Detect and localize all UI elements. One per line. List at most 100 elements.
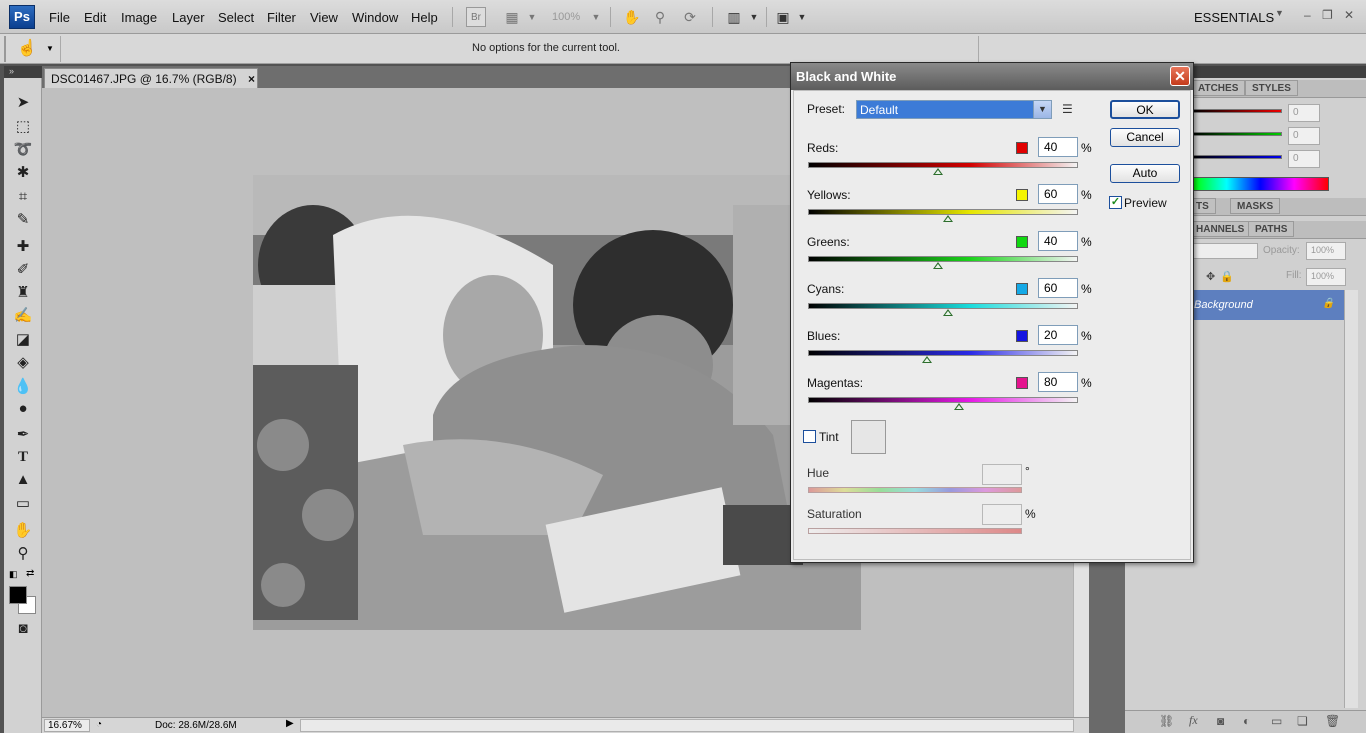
restore-icon[interactable]: ❐ (1322, 8, 1333, 22)
default-colors-icon[interactable]: ◧ (9, 569, 18, 580)
swap-colors-icon[interactable]: ⇄ (26, 568, 34, 579)
chevron-down-icon[interactable]: ▼ (792, 7, 812, 27)
marquee-tool-icon[interactable]: ⬚ (12, 117, 34, 137)
magic-wand-icon[interactable]: ✱ (12, 163, 34, 183)
hue-slider[interactable] (808, 487, 1022, 493)
menu-select[interactable]: Select (218, 10, 254, 25)
menu-window[interactable]: Window (352, 10, 398, 25)
hue-field[interactable] (982, 464, 1022, 485)
chevron-down-icon[interactable]: ▼ (1275, 8, 1284, 18)
chevron-down-icon[interactable]: ▼ (744, 7, 764, 27)
tab-styles[interactable]: STYLES (1245, 80, 1298, 96)
screen-mode-icon[interactable]: ▣ (773, 7, 793, 27)
quick-mask-icon[interactable]: ◙ (12, 619, 34, 639)
preset-select[interactable]: Default (856, 100, 1052, 119)
status-arrow-icon[interactable]: ▶ (286, 718, 294, 729)
tab-paths[interactable]: PATHS (1248, 221, 1295, 237)
zoom-level-menu[interactable]: 100% (552, 11, 580, 23)
blues-slider-track[interactable] (808, 350, 1078, 356)
layers-scrollbar[interactable] (1344, 290, 1358, 708)
new-layer-icon[interactable]: ❏ (1297, 714, 1308, 728)
greens-slider-track[interactable] (808, 256, 1078, 262)
minimize-icon[interactable]: – (1304, 8, 1311, 22)
cyans-value-field[interactable]: 60 (1038, 278, 1078, 298)
chevron-down-icon[interactable]: ▼ (1033, 100, 1052, 119)
crop-tool-icon[interactable]: ⌗ (12, 187, 34, 207)
history-brush-icon[interactable]: ✍ (12, 306, 34, 326)
preview-checkbox[interactable]: ✓ (1109, 196, 1122, 209)
blend-mode-select[interactable] (1192, 243, 1258, 259)
saturation-field[interactable] (982, 504, 1022, 525)
move-tool-icon[interactable]: ➤ (12, 93, 34, 113)
reds-slider-track[interactable] (808, 162, 1078, 168)
arrange-documents-icon[interactable]: ▥ (724, 7, 744, 27)
cancel-button[interactable]: Cancel (1110, 128, 1180, 147)
zoom-field[interactable]: 16.67% (44, 719, 90, 732)
menu-image[interactable]: Image (121, 10, 157, 25)
blue-channel-slider[interactable] (1192, 155, 1282, 159)
bridge-icon[interactable]: Br (466, 7, 486, 27)
menu-filter[interactable]: Filter (267, 10, 296, 25)
rotate-view-icon[interactable]: ⟳ (680, 7, 700, 27)
menu-file[interactable]: File (49, 10, 70, 25)
lock-all-icon[interactable]: 🔒 (1220, 270, 1234, 283)
document-tab[interactable]: DSC01467.JPG @ 16.7% (RGB/8) × (44, 68, 258, 88)
close-icon[interactable]: ✕ (1344, 8, 1354, 22)
auto-button[interactable]: Auto (1110, 164, 1180, 183)
close-icon[interactable]: × (248, 72, 255, 86)
document-image[interactable] (253, 175, 861, 630)
opacity-field[interactable]: 100% (1306, 242, 1346, 260)
tab-swatches[interactable]: ATCHES (1191, 80, 1246, 96)
layer-row-background[interactable]: Background 🔒 (1190, 290, 1344, 320)
eyedropper-tool-icon[interactable]: ✎ (12, 210, 34, 230)
adjustment-layer-icon[interactable]: ◐ (1243, 714, 1250, 728)
eraser-tool-icon[interactable]: ◪ (12, 330, 34, 350)
reds-slider-thumb[interactable] (932, 168, 943, 175)
clone-stamp-icon[interactable]: ♜ (12, 283, 34, 303)
hand-tool-icon[interactable]: ☝ (14, 38, 40, 60)
hand-tool-icon[interactable]: ✋ (12, 521, 34, 541)
layer-effects-icon[interactable]: fx (1189, 713, 1198, 728)
reds-value-field[interactable]: 40 (1038, 137, 1078, 157)
green-channel-slider[interactable] (1192, 132, 1282, 136)
collapse-icon[interactable]: » (9, 66, 14, 76)
cyans-slider-thumb[interactable] (943, 309, 954, 316)
greens-slider-thumb[interactable] (932, 262, 943, 269)
blues-value-field[interactable]: 20 (1038, 325, 1078, 345)
status-menu-icon[interactable]: ◔ (96, 719, 102, 730)
foreground-color-swatch[interactable] (9, 586, 27, 604)
preset-options-icon[interactable]: ☰ (1062, 102, 1078, 116)
blues-slider-thumb[interactable] (921, 356, 932, 363)
yellows-slider-thumb[interactable] (943, 215, 954, 222)
yellows-value-field[interactable]: 60 (1038, 184, 1078, 204)
new-group-icon[interactable]: ▭ (1271, 714, 1282, 728)
fill-field[interactable]: 100% (1306, 268, 1346, 286)
workspace-switcher[interactable]: ESSENTIALS (1194, 10, 1274, 25)
horizontal-scrollbar[interactable] (300, 719, 1074, 732)
magentas-value-field[interactable]: 80 (1038, 372, 1078, 392)
healing-brush-icon[interactable]: ✚ (12, 237, 34, 257)
close-icon[interactable]: ✕ (1170, 66, 1190, 86)
menu-view[interactable]: View (310, 10, 338, 25)
path-selection-icon[interactable]: ▲ (12, 470, 34, 490)
chevron-down-icon[interactable]: ▼ (522, 7, 542, 27)
type-tool-icon[interactable]: T (12, 447, 34, 467)
red-channel-slider[interactable] (1192, 109, 1282, 113)
trash-icon[interactable]: 🗑 (1325, 714, 1340, 728)
chevron-down-icon[interactable]: ▼ (586, 7, 606, 27)
red-value[interactable]: 0 (1288, 104, 1320, 122)
view-extras-icon[interactable]: ▦ (502, 7, 522, 27)
zoom-tool-icon[interactable]: ⚲ (650, 7, 670, 27)
lasso-tool-icon[interactable]: ➰ (12, 140, 34, 160)
color-spectrum-bar[interactable] (1192, 177, 1329, 191)
tint-color-swatch[interactable] (851, 420, 886, 454)
blur-tool-icon[interactable]: 💧 (12, 377, 34, 397)
menu-layer[interactable]: Layer (172, 10, 205, 25)
magentas-slider-thumb[interactable] (954, 403, 965, 410)
tab-channels[interactable]: HANNELS (1189, 221, 1252, 237)
blue-value[interactable]: 0 (1288, 150, 1320, 168)
brush-tool-icon[interactable]: ✐ (12, 260, 34, 280)
ok-button[interactable]: OK (1110, 100, 1180, 119)
menu-help[interactable]: Help (411, 10, 438, 25)
link-layers-icon[interactable]: ⛓ (1159, 714, 1174, 728)
